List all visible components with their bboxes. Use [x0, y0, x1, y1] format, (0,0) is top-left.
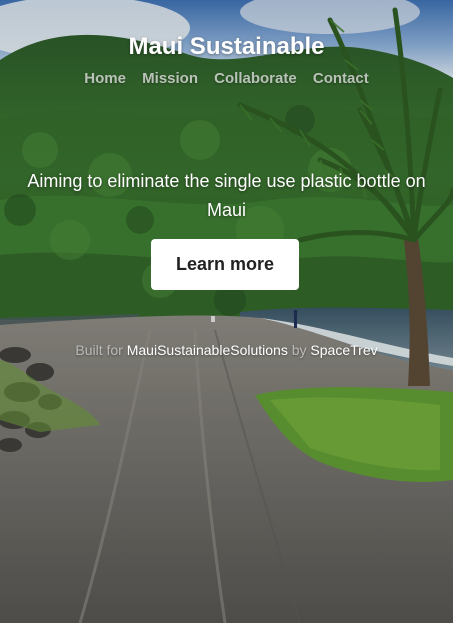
credit-line: Built for MauiSustainableSolutions by Sp… [0, 342, 453, 358]
credit-author-link[interactable]: SpaceTrev [310, 342, 377, 358]
credit-organization-link[interactable]: MauiSustainableSolutions [127, 342, 288, 358]
main-nav: Home Mission Collaborate Contact [0, 70, 453, 87]
nav-link-home[interactable]: Home [84, 70, 126, 87]
nav-link-contact[interactable]: Contact [313, 70, 369, 87]
nav-link-collaborate[interactable]: Collaborate [214, 70, 297, 87]
learn-more-button[interactable]: Learn more [151, 239, 299, 290]
hero-section: Maui Sustainable Home Mission Collaborat… [0, 0, 453, 623]
nav-link-mission[interactable]: Mission [142, 70, 198, 87]
background-photo [0, 0, 453, 623]
site-title: Maui Sustainable [128, 33, 325, 60]
credit-built-for-text: Built for [75, 342, 123, 358]
credit-by-text: by [291, 342, 307, 358]
hero-tagline: Aiming to eliminate the single use plast… [27, 171, 426, 220]
